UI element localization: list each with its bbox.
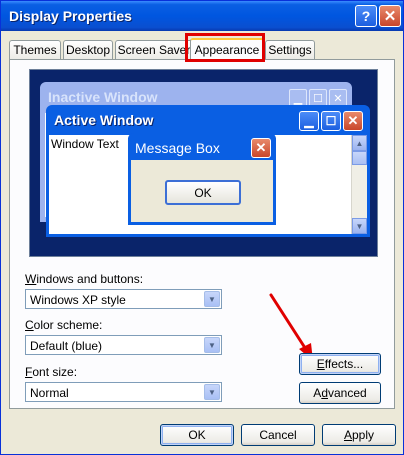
message-box-title: Message Box [135, 140, 220, 156]
label-text: ont size: [32, 365, 78, 379]
windows-buttons-select[interactable]: Windows XP style ▼ [25, 289, 222, 309]
close-icon: ✕ [251, 138, 271, 158]
font-size-select[interactable]: Normal ▼ [25, 382, 222, 402]
message-box-titlebar: Message Box ✕ [131, 136, 273, 160]
access-key: A [343, 428, 352, 442]
maximize-icon: ☐ [321, 111, 341, 131]
appearance-tab-highlight [185, 33, 265, 62]
appearance-preview: Inactive Window ▁ ☐ ✕ Active Window ▁ ☐ … [29, 69, 378, 257]
ok-button[interactable]: OK [160, 424, 234, 446]
tab-desktop[interactable]: Desktop [63, 40, 113, 59]
scroll-down-icon: ▼ [352, 218, 367, 234]
tab-settings[interactable]: Settings [265, 40, 315, 59]
advanced-button[interactable]: Ad vanced [299, 382, 381, 404]
message-box-preview: Message Box ✕ OK [128, 133, 276, 225]
tab-label: Themes [13, 43, 57, 57]
chevron-down-icon[interactable]: ▼ [204, 337, 220, 353]
label-text: olor scheme: [33, 318, 103, 332]
access-key: C [25, 318, 34, 332]
access-key: d [321, 386, 328, 400]
button-label: vanced [328, 386, 367, 400]
title-bar[interactable]: Display Properties ? ✕ [1, 1, 403, 31]
select-value: Normal [30, 386, 69, 400]
chevron-down-icon[interactable]: ▼ [204, 384, 220, 400]
close-icon: ✕ [343, 111, 363, 131]
access-key: W [25, 272, 37, 286]
button-label: OK [188, 428, 206, 442]
chevron-down-icon[interactable]: ▼ [204, 291, 220, 307]
font-size-label: Font size: [25, 365, 77, 379]
help-icon: ? [361, 8, 371, 24]
color-scheme-label: Color scheme: [25, 318, 102, 332]
window-text: Window Text [51, 137, 119, 151]
tab-label: Desktop [65, 43, 111, 57]
button-label: ffects... [324, 357, 364, 371]
effects-button[interactable]: Effects... [299, 353, 381, 375]
message-box-body: OK [131, 160, 273, 222]
tab-label: Settings [268, 43, 312, 57]
button-label: pply [352, 428, 375, 442]
select-value: Default (blue) [30, 339, 103, 353]
ok-label: OK [194, 185, 212, 200]
active-window-title: Active Window [54, 112, 154, 128]
preview-scrollbar: ▲ ▼ [351, 135, 367, 234]
scroll-up-icon: ▲ [352, 135, 367, 151]
button-label: Cancel [259, 428, 297, 442]
inactive-window-title: Inactive Window [48, 89, 158, 105]
apply-button[interactable]: Apply [322, 424, 396, 446]
windows-buttons-label: Windows and buttons: [25, 272, 143, 286]
tab-screen-saver[interactable]: Screen Saver [115, 40, 193, 59]
access-key: E [316, 357, 325, 371]
color-scheme-select[interactable]: Default (blue) ▼ [25, 335, 222, 355]
minimize-icon: ▁ [299, 111, 319, 131]
scroll-thumb [352, 151, 367, 165]
cancel-button[interactable]: Cancel [241, 424, 315, 446]
tab-themes[interactable]: Themes [9, 40, 61, 59]
help-button[interactable]: ? [355, 5, 377, 27]
tab-label: Screen Saver [117, 43, 191, 57]
button-label: A [313, 386, 322, 400]
display-properties-dialog: Display Properties ? ✕ Themes Desktop Sc… [0, 0, 404, 455]
message-box-ok-button: OK [165, 180, 241, 205]
window-title: Display Properties [9, 8, 132, 24]
close-icon: ✕ [383, 8, 397, 25]
close-button[interactable]: ✕ [379, 5, 401, 27]
label-text: indows and buttons: [36, 272, 144, 286]
select-value: Windows XP style [30, 293, 126, 307]
